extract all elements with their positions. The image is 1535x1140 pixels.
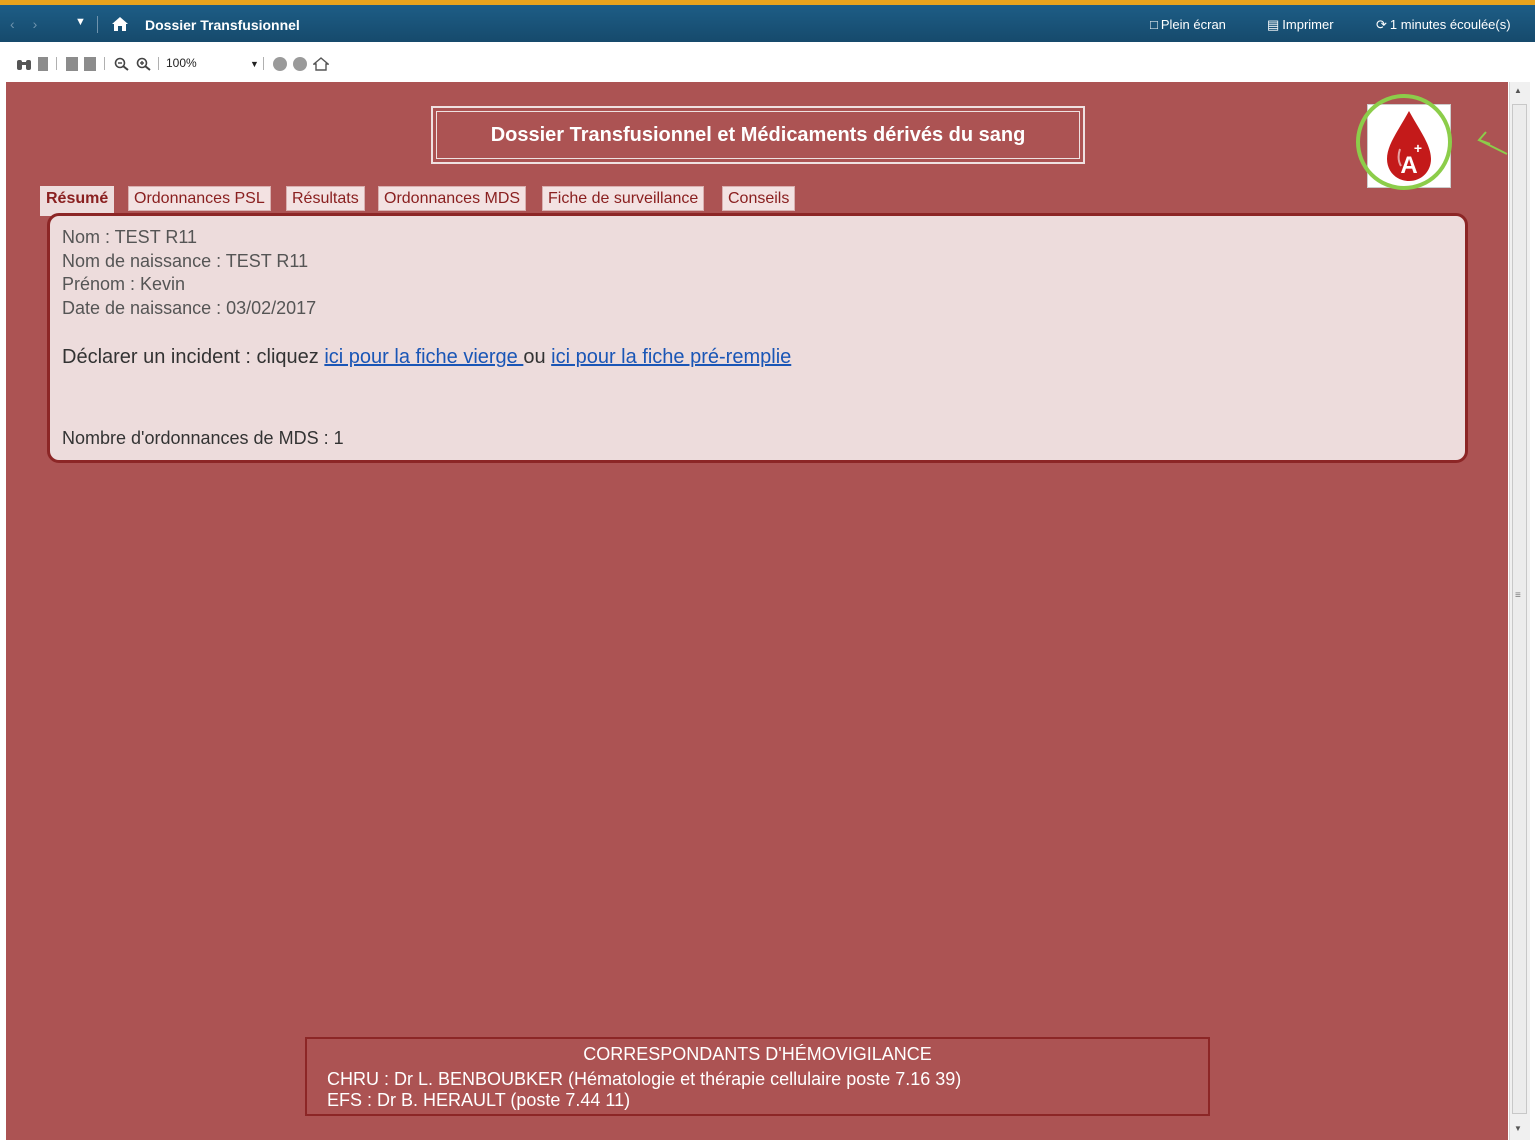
refresh-status[interactable]: ⟳ 1 minutes écoulée(s) xyxy=(1376,17,1511,33)
fullscreen-label: Plein écran xyxy=(1160,17,1226,32)
print-label: Imprimer xyxy=(1282,17,1334,32)
highlight-circle xyxy=(1356,94,1452,190)
titlebar-divider xyxy=(97,16,98,33)
contact-chru: CHRU : Dr L. BENBOUBKER (Hématologie et … xyxy=(327,1069,962,1089)
refresh-report-icon[interactable] xyxy=(293,57,307,71)
tab-resultats[interactable]: Résultats xyxy=(286,186,365,211)
tab-ordonnances-psl[interactable]: Ordonnances PSL xyxy=(128,186,271,211)
back-icon[interactable]: ‹ xyxy=(10,16,15,32)
incident-prefix: Déclarer un incident : cliquez xyxy=(62,346,325,368)
home-report-icon[interactable] xyxy=(313,57,329,71)
patient-first-name: Prénom : Kevin xyxy=(62,274,186,294)
prefilled-form-link[interactable]: ici pour la fiche pré-remplie xyxy=(551,346,791,368)
page-title-frame: Dossier Transfusionnel et Médicaments dé… xyxy=(431,106,1085,164)
scroll-down-icon[interactable]: ▼ xyxy=(1514,1124,1522,1133)
annotation-arrow-icon xyxy=(1477,131,1508,155)
zoom-dropdown-icon[interactable]: ▼ xyxy=(250,59,259,73)
zoom-level[interactable]: 100% xyxy=(166,56,197,70)
report-toolbar: 100% ▼ xyxy=(0,42,1535,82)
vertical-scrollbar[interactable]: ▲ ≡ ▼ xyxy=(1509,82,1530,1140)
window-titlebar: ‹ › ▼ Dossier Transfusionnel □ Plein écran… xyxy=(0,0,1535,42)
tab-fiche-surveillance[interactable]: Fiche de surveillance xyxy=(542,186,705,211)
contact-efs: EFS : Dr B. HERAULT (poste 7.44 11) xyxy=(327,1090,631,1110)
mds-count: Nombre d'ordonnances de MDS : 1 xyxy=(62,428,344,448)
zoom-out-icon[interactable] xyxy=(114,57,130,71)
zoom-in-icon[interactable] xyxy=(136,57,152,71)
tab-ordonnances-mds[interactable]: Ordonnances MDS xyxy=(378,186,527,211)
incident-declaration: Déclarer un incident : cliquez ici pour … xyxy=(62,346,791,369)
blank-form-link[interactable]: ici pour la fiche vierge xyxy=(324,346,523,368)
printer-icon: ▤ xyxy=(1267,17,1280,32)
home-icon[interactable] xyxy=(110,14,130,34)
next-page-icon[interactable] xyxy=(84,57,96,71)
toolbar-divider xyxy=(104,57,105,70)
window-title: Dossier Transfusionnel xyxy=(145,17,300,33)
contacts-title: CORRESPONDANTS D'HÉMOVIGILANCE xyxy=(583,1044,932,1064)
page-icon[interactable] xyxy=(38,57,48,71)
forward-icon[interactable]: › xyxy=(33,16,38,32)
scrollbar-thumb[interactable] xyxy=(1512,104,1527,1114)
patient-birth-name: Nom de naissance : TEST R11 xyxy=(62,251,309,271)
fullscreen-icon: □ xyxy=(1150,17,1158,32)
tab-conseils[interactable]: Conseils xyxy=(722,186,796,211)
toolbar-divider xyxy=(263,57,264,70)
toolbar-divider xyxy=(158,57,159,70)
binoculars-icon[interactable] xyxy=(16,57,32,71)
page-title: Dossier Transfusionnel et Médicaments dé… xyxy=(436,111,1080,159)
hemovigilance-contacts: CORRESPONDANTS D'HÉMOVIGILANCE CHRU : Dr… xyxy=(305,1037,1210,1116)
fullscreen-button[interactable]: □ Plein écran xyxy=(1150,17,1226,32)
toolbar-divider xyxy=(56,57,57,70)
history-dropdown-icon[interactable]: ▼ xyxy=(75,16,86,28)
incident-or: ou xyxy=(523,346,552,368)
scrollbar-grip-icon: ≡ xyxy=(1515,590,1521,601)
scroll-up-icon[interactable]: ▲ xyxy=(1514,86,1522,95)
summary-panel: Nom : TEST R11 Nom de naissance : TEST R… xyxy=(47,213,1468,463)
prev-page-icon[interactable] xyxy=(66,57,78,71)
history-nav: ‹ › xyxy=(10,16,55,32)
patient-name: Nom : TEST R11 xyxy=(62,227,198,247)
patient-birth-date: Date de naissance : 03/02/2017 xyxy=(62,298,317,318)
tab-resume[interactable]: Résumé xyxy=(40,186,115,216)
print-button[interactable]: ▤ Imprimer xyxy=(1267,17,1334,33)
report-content: Dossier Transfusionnel et Médicaments dé… xyxy=(6,82,1508,1140)
elapsed-label: 1 minutes écoulée(s) xyxy=(1389,17,1511,32)
refresh-icon: ⟳ xyxy=(1376,17,1387,32)
stop-icon[interactable] xyxy=(273,57,287,71)
